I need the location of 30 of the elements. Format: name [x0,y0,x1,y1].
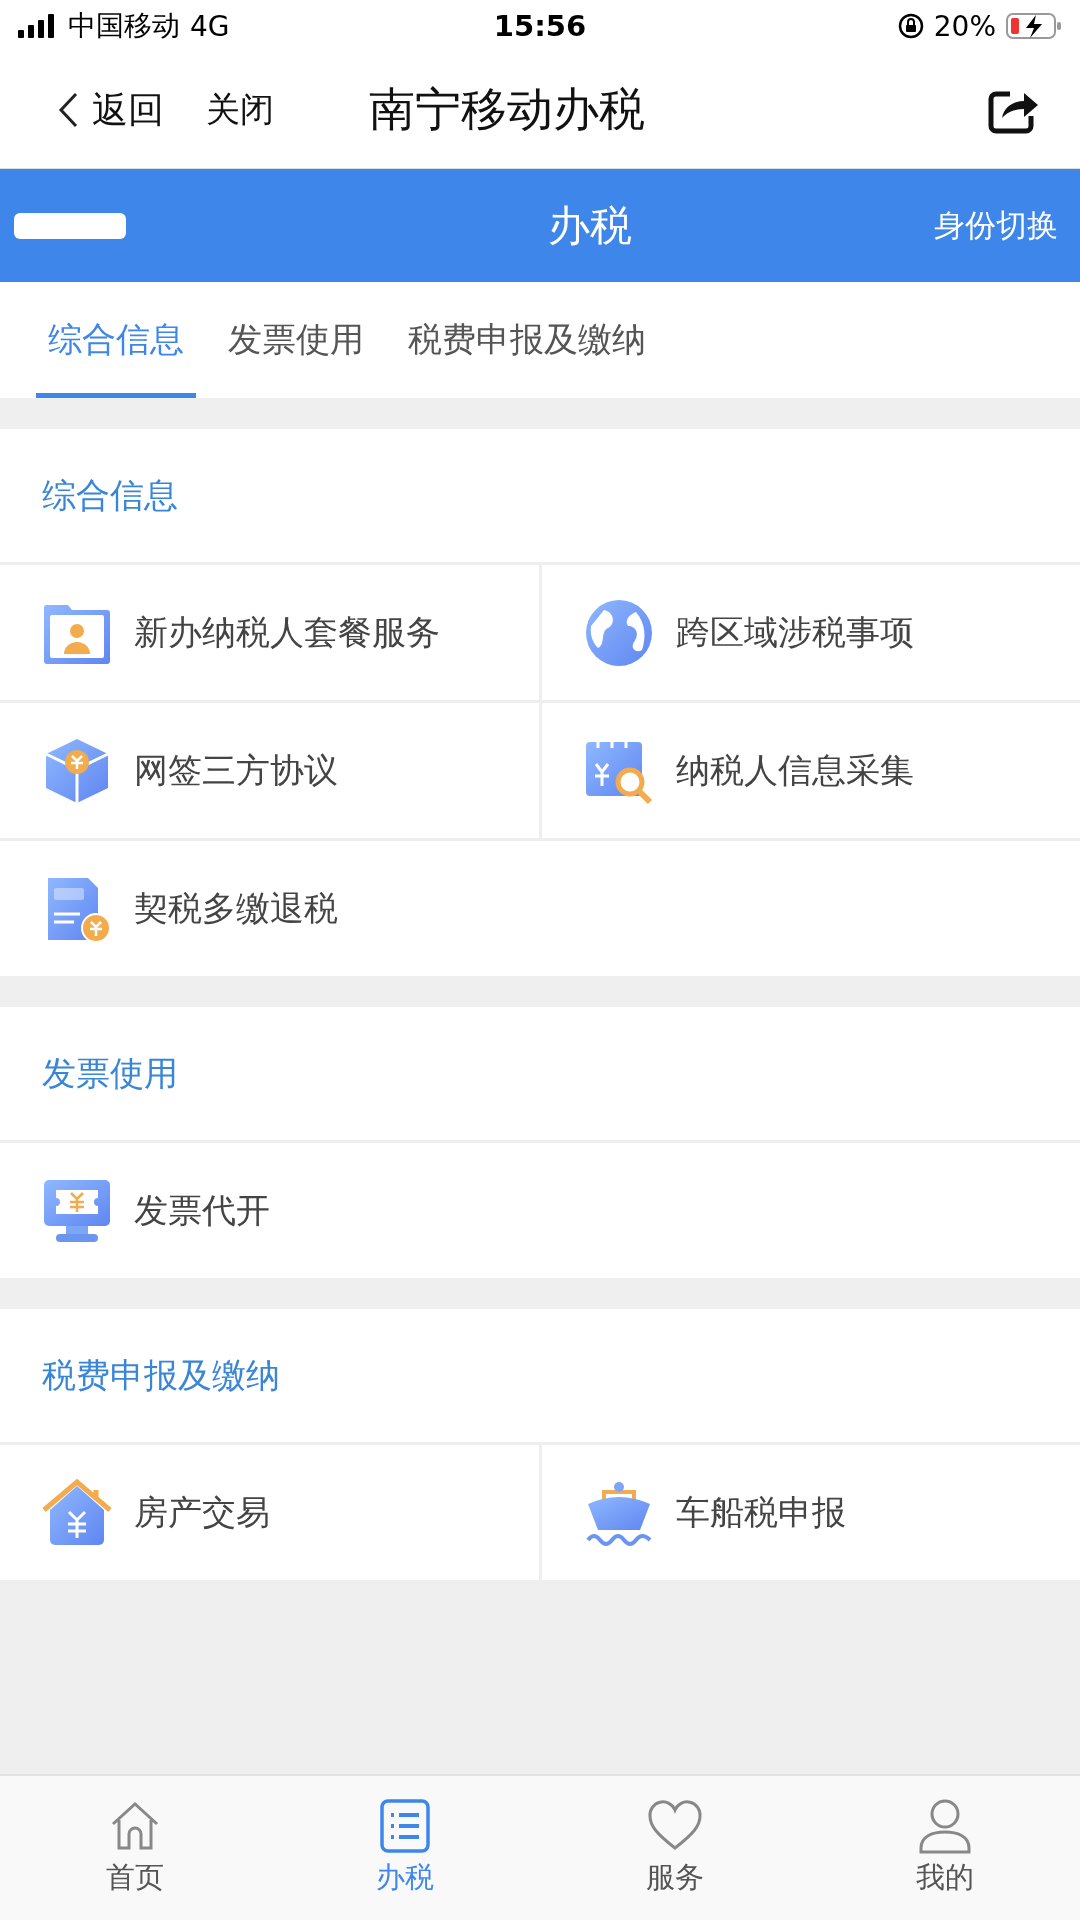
carrier-name: 中国移动 [68,8,180,44]
service-item[interactable]: 纳税人信息采集 [541,703,1080,838]
battery-percent: 20% [933,9,996,43]
chevron-left-icon[interactable] [58,92,78,128]
clock-time: 15:56 [493,9,587,43]
service-item[interactable]: 发票代开 [0,1143,1080,1278]
tab[interactable]: 发票使用 [216,282,376,398]
service-item[interactable]: 房产交易 [0,1445,539,1580]
rotation-lock-icon [897,13,924,39]
back-button[interactable]: 返回 [58,85,164,135]
bottom-tab[interactable]: 服务 [540,1776,810,1920]
person-icon [917,1798,973,1854]
service-item[interactable]: 车船税申报 [541,1445,1080,1580]
network-type: 4G [190,9,230,43]
service-item[interactable]: 跨区域涉税事项 [541,565,1080,700]
tab[interactable]: 税费申报及缴纳 [396,282,658,398]
close-button[interactable]: 关闭 [206,87,274,133]
house-yuan-icon [42,1477,112,1548]
list-icon [377,1798,433,1854]
bottom-tab[interactable]: 首页 [0,1776,270,1920]
service-item[interactable]: 网签三方协议 [0,703,539,838]
header-title: 办税 [547,199,633,252]
globe-icon [583,597,654,668]
battery-icon [1006,12,1062,40]
identity-switch-link[interactable]: 身份切换 [934,204,1058,247]
bottom-tab[interactable]: 我的 [810,1776,1080,1920]
service-item[interactable]: 契税多缴退税 [0,841,1080,976]
page-title: 南宁移动办税 [369,81,646,138]
tab[interactable]: 综合信息 [36,282,196,398]
service-item[interactable]: 新办纳税人套餐服务 [0,565,539,700]
